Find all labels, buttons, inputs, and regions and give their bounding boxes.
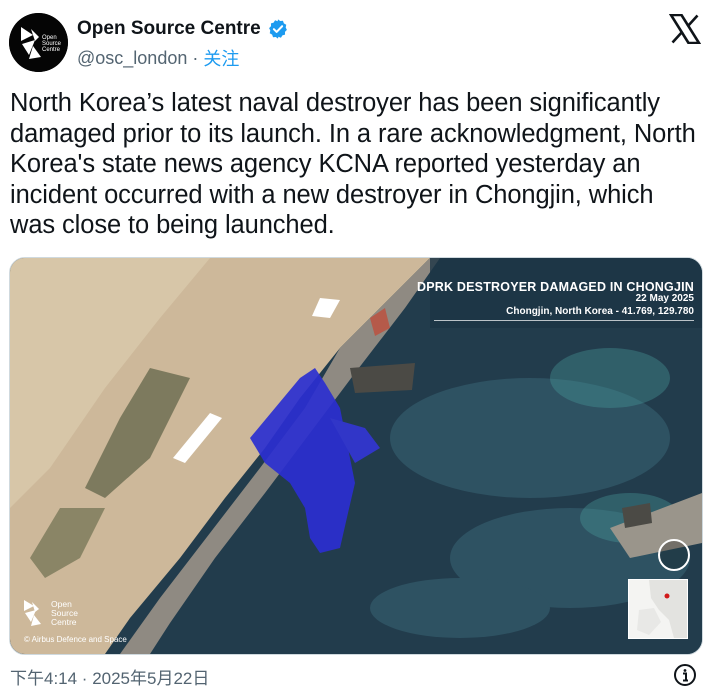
separator-dot: ·: [192, 47, 199, 68]
osc-watermark-icon: [24, 600, 41, 626]
overlay-location: Chongjin, North Korea - 41.769, 129.780: [506, 306, 694, 317]
tweet-text: North Korea’s latest naval destroyer has…: [10, 89, 696, 239]
satellite-image: [10, 258, 702, 654]
timestamp[interactable]: 下午4:14 · 2025年5月22日: [10, 664, 209, 689]
x-logo-icon[interactable]: [669, 14, 701, 44]
overlay-date: 22 May 2025: [635, 293, 694, 304]
locator-map-icon: [629, 580, 687, 638]
avatar-label: Open Source Centre: [42, 35, 62, 53]
locator-map: [628, 579, 688, 639]
info-icon[interactable]: [673, 663, 697, 687]
compass-icon: [658, 539, 690, 571]
verified-badge-icon: [268, 19, 287, 39]
avatar[interactable]: Open Source Centre: [9, 13, 68, 72]
handle[interactable]: @osc_london: [77, 48, 187, 69]
follow-button[interactable]: 关注: [203, 45, 239, 71]
watermark-text: Open Source Centre: [51, 599, 78, 627]
display-name[interactable]: Open Source Centre: [77, 18, 261, 40]
media-image[interactable]: DPRK DESTROYER DAMAGED IN CHONGJIN 22 Ma…: [9, 257, 703, 655]
image-credit: © Airbus Defence and Space: [24, 635, 127, 644]
watermark-logo: Open Source Centre: [22, 598, 112, 638]
overlay-title: DPRK DESTROYER DAMAGED IN CHONGJIN: [417, 280, 694, 294]
overlay-divider: [434, 320, 694, 321]
tweet-header: Open Source Centre Open Source Centre @o…: [0, 0, 712, 80]
